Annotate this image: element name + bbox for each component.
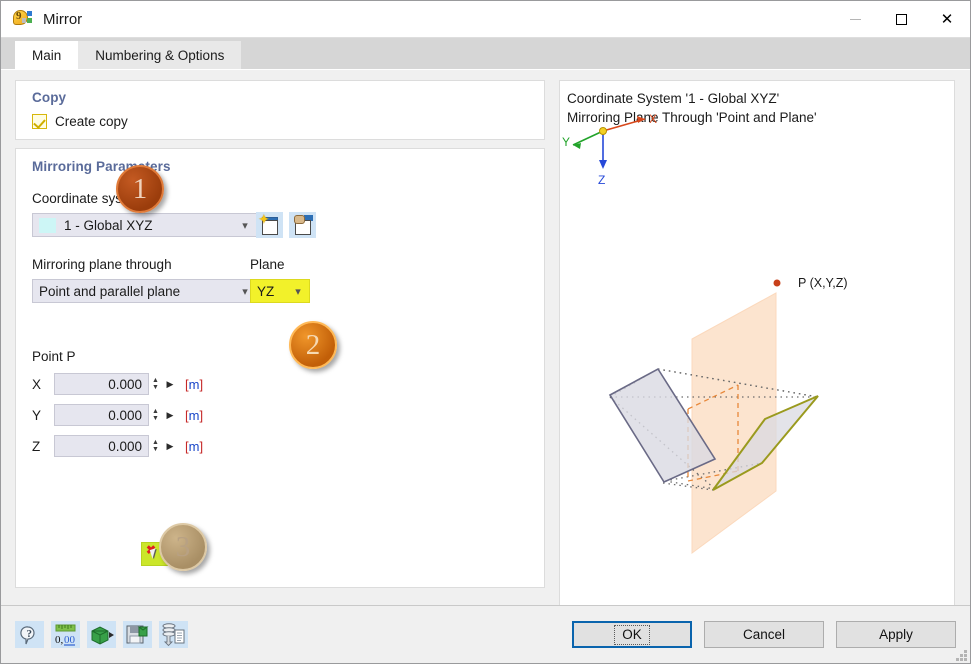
- window-controls: ✕: [832, 1, 970, 38]
- mirror-app-icon: 9: [13, 9, 33, 29]
- create-copy-label: Create copy: [55, 114, 128, 129]
- cancel-button[interactable]: Cancel: [704, 621, 824, 648]
- point-p-annotation: P (X,Y,Z): [798, 276, 848, 290]
- mirroring-plane-through-label: Mirroring plane through: [32, 257, 172, 272]
- coordinate-axis-label: Z: [32, 438, 41, 454]
- create-copy-row[interactable]: Create copy: [32, 114, 128, 129]
- z-spinner[interactable]: ▲ ▼: [149, 435, 162, 457]
- coordinate-system-color-swatch: [39, 217, 56, 233]
- y-coordinate-input[interactable]: 0.000: [54, 404, 149, 426]
- y-spinner[interactable]: ▲ ▼: [149, 404, 162, 426]
- y-unit-label: [m]: [185, 407, 204, 423]
- mirror-dialog-window: 9 Mirror ✕ Main Numbering & Options Copy…: [0, 0, 971, 664]
- point-p-label: Point P: [32, 349, 76, 364]
- step-badge-1: 1: [116, 165, 164, 213]
- x-formula-button[interactable]: ▶: [162, 373, 178, 395]
- window-title: Mirror: [43, 10, 83, 28]
- svg-text:Z: Z: [598, 173, 605, 187]
- coordinate-row-y: Y 0.000 ▲ ▼ ▶ [m]: [32, 404, 203, 426]
- tab-strip: Main Numbering & Options: [1, 38, 970, 69]
- x-spinner[interactable]: ▲ ▼: [149, 373, 162, 395]
- coordinate-row-x: X 0.000 ▲ ▼ ▶ [m]: [32, 373, 203, 395]
- decimal-places-button[interactable]: 0, 00: [51, 621, 80, 648]
- svg-text:?: ?: [27, 628, 33, 640]
- copy-group-title: Copy: [32, 90, 67, 105]
- tab-main[interactable]: Main: [15, 41, 79, 69]
- resize-grip[interactable]: [955, 649, 967, 661]
- y-formula-button[interactable]: ▶: [162, 404, 178, 426]
- chevron-down-icon: ▾: [242, 219, 248, 232]
- help-button[interactable]: ?: [15, 621, 44, 648]
- z-coordinate-input[interactable]: 0.000: [54, 435, 149, 457]
- units-button[interactable]: [87, 621, 116, 648]
- title-bar: 9 Mirror ✕: [1, 1, 970, 38]
- mirroring-plane-through-select[interactable]: Point and parallel plane ▾: [32, 279, 257, 303]
- x-unit-label: [m]: [185, 376, 204, 392]
- svg-text:X: X: [649, 112, 657, 126]
- close-button[interactable]: ✕: [924, 1, 970, 38]
- step-badge-3: 3: [159, 523, 207, 571]
- import-from-database-button[interactable]: [159, 621, 188, 648]
- svg-text:00: 00: [64, 634, 76, 646]
- tab-numbering-options[interactable]: Numbering & Options: [78, 41, 242, 69]
- chevron-down-icon: ▾: [295, 285, 301, 298]
- save-defaults-button[interactable]: [123, 621, 152, 648]
- coordinate-row-z: Z 0.000 ▲ ▼ ▶ [m]: [32, 435, 203, 457]
- minimize-button[interactable]: [832, 1, 878, 38]
- copy-group: Copy Create copy: [15, 80, 545, 140]
- step-badge-2: 2: [289, 321, 337, 369]
- dialog-content: Copy Create copy Mirroring Parameters Co…: [1, 69, 970, 660]
- svg-text:0,: 0,: [55, 634, 64, 646]
- maximize-button[interactable]: [878, 1, 924, 38]
- mirroring-plane-through-value: Point and parallel plane: [39, 283, 181, 299]
- apply-button[interactable]: Apply: [836, 621, 956, 648]
- svg-text:Y: Y: [562, 135, 570, 149]
- ok-button[interactable]: OK: [572, 621, 692, 648]
- plane-value: YZ: [257, 283, 275, 299]
- plane-select[interactable]: YZ ▾: [250, 279, 310, 303]
- axis-triad: X Y Z: [562, 112, 657, 187]
- plane-label: Plane: [250, 257, 285, 272]
- coordinate-system-select[interactable]: 1 - Global XYZ ▾: [32, 213, 257, 237]
- coordinate-axis-label: X: [32, 376, 42, 392]
- create-copy-checkbox[interactable]: [32, 114, 47, 129]
- mirror-preview-graphic: X Y Z: [562, 112, 819, 554]
- dialog-buttons: OK Cancel Apply: [572, 621, 956, 648]
- coordinate-system-value: 1 - Global XYZ: [64, 217, 153, 233]
- footer-toolbar: ? 0, 00: [15, 621, 188, 648]
- coordinate-axis-label: Y: [32, 407, 42, 423]
- dialog-footer: ? 0, 00 OK Cancel Apply: [1, 605, 970, 663]
- new-coordinate-system-button[interactable]: ✦: [256, 212, 283, 238]
- mirroring-parameters-group: Mirroring Parameters Coordinate system 1…: [15, 148, 545, 588]
- preview-panel: Coordinate System '1 - Global XYZ' Mirro…: [559, 80, 955, 660]
- z-unit-label: [m]: [185, 438, 204, 454]
- x-coordinate-input[interactable]: 0.000: [54, 373, 149, 395]
- point-p-marker: [773, 279, 781, 287]
- z-formula-button[interactable]: ▶: [162, 435, 178, 457]
- edit-coordinate-system-button[interactable]: [289, 212, 316, 238]
